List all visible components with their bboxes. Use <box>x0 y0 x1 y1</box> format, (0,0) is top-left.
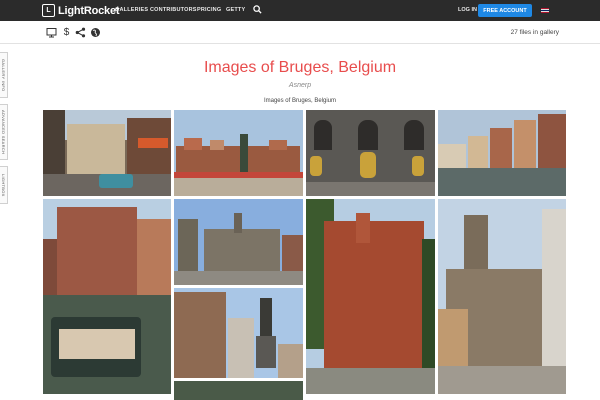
nav-galleries[interactable]: GALLERIES <box>115 7 148 13</box>
nav-contributors[interactable]: CONTRIBUTORS <box>150 7 197 13</box>
logo-text: LightRocket <box>58 4 120 17</box>
monitor-icon[interactable] <box>46 27 57 38</box>
gallery-photo[interactable] <box>306 110 435 196</box>
gallery-title: Images of Bruges, Belgium <box>203 59 397 76</box>
tab-lightbox-label: LIGHTBOX <box>1 173 6 197</box>
files-count: 27 files in gallery <box>510 29 559 36</box>
flag-icon[interactable] <box>541 8 549 13</box>
nav-pricing[interactable]: PRICING <box>197 7 221 13</box>
gallery-photo[interactable] <box>43 110 171 196</box>
share-icon[interactable] <box>75 27 86 38</box>
gallery-photo[interactable] <box>438 110 566 196</box>
gallery-photo[interactable] <box>306 199 435 394</box>
nav-getty[interactable]: GETTY <box>226 7 245 13</box>
gallery-photo[interactable] <box>174 199 303 285</box>
tab-lightbox[interactable]: LIGHTBOX <box>0 166 8 204</box>
gallery-caption: Images of Bruges, Belgium <box>263 98 337 104</box>
gallery-toolbar: $ 27 files in gallery <box>0 21 600 44</box>
gallery-author[interactable]: Asnerp <box>0 82 600 89</box>
tab-advanced-search-label: ADVANCED SEARCH <box>1 109 6 155</box>
lightrocket-logo[interactable]: L LightRocket <box>42 4 120 17</box>
gallery-photo[interactable] <box>174 381 303 400</box>
top-navigation: L LightRocket GALLERIES CONTRIBUTORS PRI… <box>0 0 600 21</box>
gallery-photo[interactable] <box>438 199 566 394</box>
gallery-photo[interactable] <box>43 199 171 394</box>
login-link[interactable]: LOG IN <box>458 7 477 13</box>
tab-advanced-search[interactable]: ADVANCED SEARCH <box>0 104 8 160</box>
logo-mark-icon: L <box>42 4 55 17</box>
globe-icon[interactable] <box>90 27 101 38</box>
free-account-button[interactable]: FREE ACCOUNT <box>478 4 532 17</box>
gallery-photo[interactable] <box>174 288 303 378</box>
dollar-icon[interactable]: $ <box>61 27 72 38</box>
gallery-photo[interactable] <box>174 110 303 196</box>
search-icon[interactable] <box>253 5 262 14</box>
